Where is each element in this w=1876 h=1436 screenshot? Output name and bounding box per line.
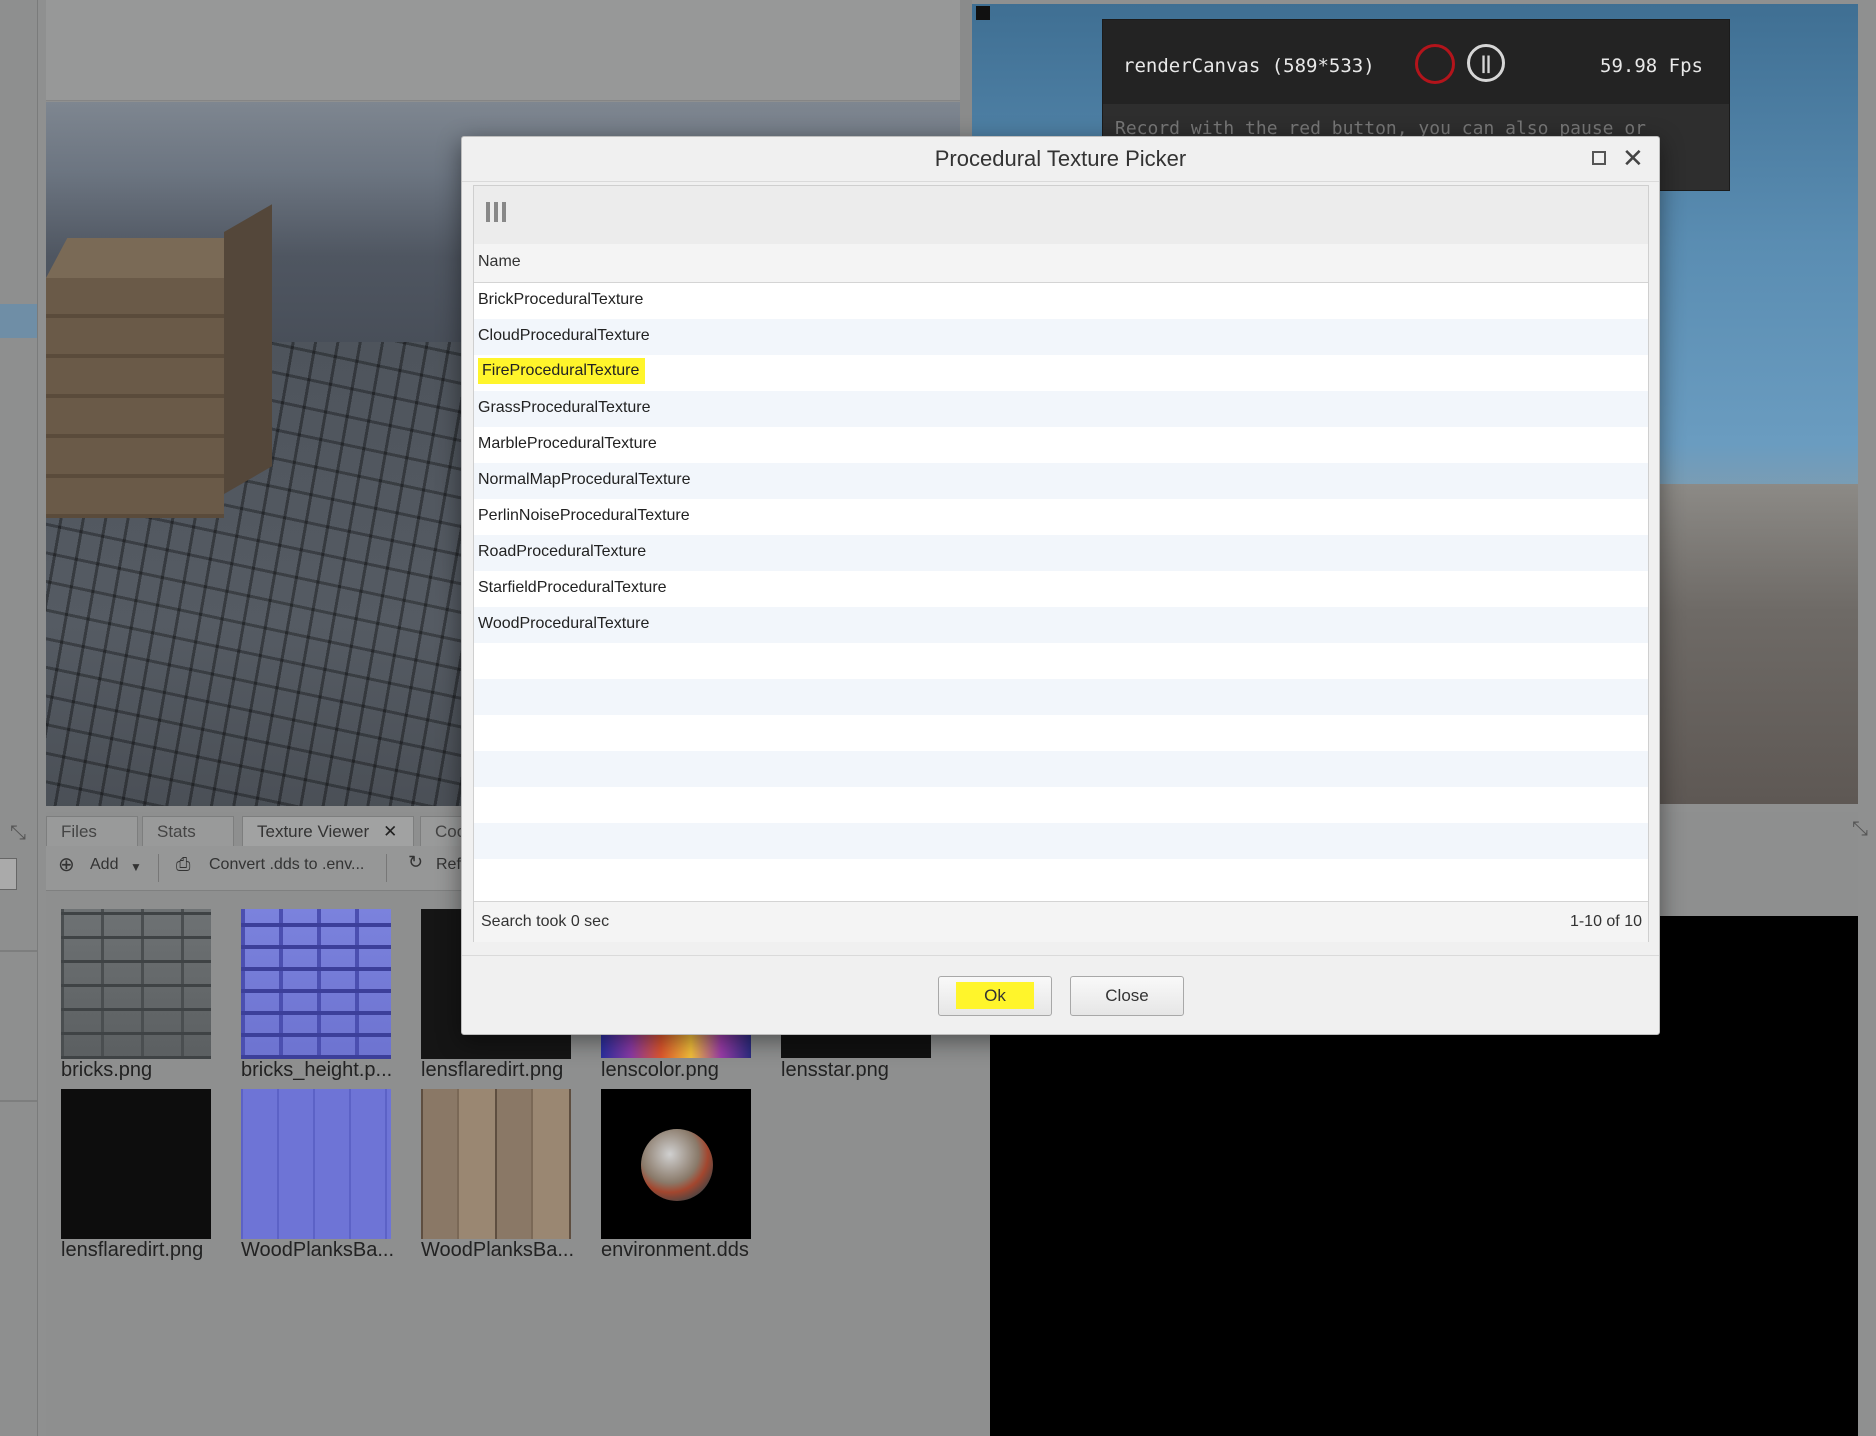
maximize-icon[interactable]: [1592, 151, 1606, 165]
crate-side: [224, 204, 272, 495]
texture-name: lensstar.png: [781, 1059, 889, 1081]
chevron-down-icon[interactable]: ▼: [130, 860, 142, 874]
environment-sphere: [641, 1129, 713, 1201]
result-count: 1-10 of 10: [1569, 913, 1642, 930]
procedural-texture-picker-dialog: Procedural Texture Picker ✕ Name BrickPr…: [461, 136, 1660, 1035]
tab-texture-viewer[interactable]: Texture Viewer ✕: [242, 816, 414, 846]
grid-body: BrickProceduralTexture CloudProceduralTex…: [474, 283, 1648, 901]
ok-button[interactable]: Ok: [938, 976, 1052, 1016]
table-row[interactable]: NormalMapProceduralTexture: [474, 463, 1648, 499]
left-panel-strip: [0, 0, 38, 1436]
crate: [46, 278, 224, 518]
canvas-title: renderCanvas (589*533): [1123, 55, 1375, 77]
close-icon[interactable]: ✕: [1622, 144, 1644, 172]
texture-name: lenscolor.png: [601, 1059, 719, 1081]
row-name: StarfieldProceduralTexture: [478, 579, 667, 596]
divider: [462, 181, 1659, 182]
convert-button[interactable]: Convert .dds to .env...: [209, 856, 364, 874]
add-button[interactable]: Add: [90, 856, 118, 874]
corner-marker: [976, 6, 990, 20]
row-name: MarbleProceduralTexture: [478, 435, 657, 452]
table-row[interactable]: StarfieldProceduralTexture: [474, 571, 1648, 607]
record-button[interactable]: [1415, 44, 1455, 84]
table-row[interactable]: [474, 787, 1648, 823]
row-name: RoadProceduralTexture: [478, 543, 647, 560]
row-name: PerlinNoiseProceduralTexture: [478, 507, 690, 524]
row-name: WoodProceduralTexture: [478, 615, 650, 632]
texture-grid: Name BrickProceduralTexture CloudProcedur…: [473, 185, 1649, 942]
texture-thumb[interactable]: [241, 1089, 391, 1239]
left-panel-input[interactable]: [0, 858, 17, 890]
texture-name: lensflaredirt.png: [61, 1239, 204, 1261]
tab-files[interactable]: Files: [46, 816, 138, 846]
pause-button[interactable]: ||: [1467, 44, 1505, 82]
texture-thumb[interactable]: [61, 1089, 211, 1239]
toolbar-separator: [158, 854, 159, 882]
table-row[interactable]: [474, 859, 1648, 895]
texture-name: WoodPlanksBa...: [241, 1239, 395, 1261]
crate-top: [46, 238, 246, 278]
close-icon[interactable]: ✕: [383, 822, 397, 841]
expand-icon[interactable]: ⤡: [1852, 818, 1868, 841]
table-row[interactable]: [474, 643, 1648, 679]
grid-toolbar: [474, 186, 1648, 245]
table-row[interactable]: CloudProceduralTexture: [474, 319, 1648, 355]
row-name: FireProceduralTexture: [478, 358, 646, 384]
search-time: Search took 0 sec: [481, 913, 610, 930]
row-name: BrickProceduralTexture: [478, 291, 644, 308]
close-button[interactable]: Close: [1070, 976, 1184, 1016]
row-name: NormalMapProceduralTexture: [478, 471, 691, 488]
grid-header: Name: [474, 244, 1648, 283]
table-row[interactable]: GrassProceduralTexture: [474, 391, 1648, 427]
table-row[interactable]: PerlinNoiseProceduralTexture: [474, 499, 1648, 535]
columns-icon[interactable]: [486, 202, 510, 226]
grid-footer: Search took 0 sec 1-10 of 10: [474, 901, 1648, 942]
refresh-icon[interactable]: ↻: [408, 852, 423, 873]
top-panel: [46, 0, 960, 101]
expand-icon[interactable]: ⤡: [10, 822, 26, 845]
row-name: GrassProceduralTexture: [478, 399, 651, 416]
divider: [462, 955, 1659, 956]
table-row[interactable]: [474, 679, 1648, 715]
texture-name: bricks_height.p...: [241, 1059, 393, 1081]
row-name: CloudProceduralTexture: [478, 327, 650, 344]
add-icon[interactable]: ⊕: [58, 852, 75, 877]
table-row[interactable]: MarbleProceduralTexture: [474, 427, 1648, 463]
texture-name: environment.dds: [601, 1239, 749, 1261]
table-row[interactable]: FireProceduralTexture: [474, 355, 1648, 391]
column-header-name[interactable]: Name: [478, 253, 521, 271]
texture-name: WoodPlanksBa...: [421, 1239, 575, 1261]
tab-label: Texture Viewer: [257, 822, 370, 841]
ok-label: Ok: [956, 982, 1034, 1009]
tab-stats[interactable]: Stats: [142, 816, 234, 846]
texture-thumb[interactable]: [241, 909, 391, 1059]
dialog-title: Procedural Texture Picker: [934, 146, 1187, 171]
table-row[interactable]: WoodProceduralTexture: [474, 607, 1648, 643]
left-panel-selected-item[interactable]: [0, 304, 37, 338]
texture-thumb[interactable]: [421, 1089, 571, 1239]
texture-thumb[interactable]: [601, 1089, 751, 1239]
texture-name: lensflaredirt.png: [421, 1059, 564, 1081]
table-row[interactable]: BrickProceduralTexture: [474, 283, 1648, 319]
fps-readout: 59.98 Fps: [1600, 55, 1703, 77]
divider: [0, 950, 37, 952]
table-row[interactable]: [474, 751, 1648, 787]
table-row[interactable]: [474, 715, 1648, 751]
refresh-button[interactable]: Ref: [436, 856, 461, 874]
convert-icon[interactable]: ⎙: [176, 854, 190, 875]
divider: [0, 1100, 37, 1102]
toolbar-separator: [386, 854, 387, 882]
table-row[interactable]: [474, 823, 1648, 859]
texture-thumb[interactable]: [61, 909, 211, 1059]
texture-name: bricks.png: [61, 1059, 153, 1081]
table-row[interactable]: RoadProceduralTexture: [474, 535, 1648, 571]
